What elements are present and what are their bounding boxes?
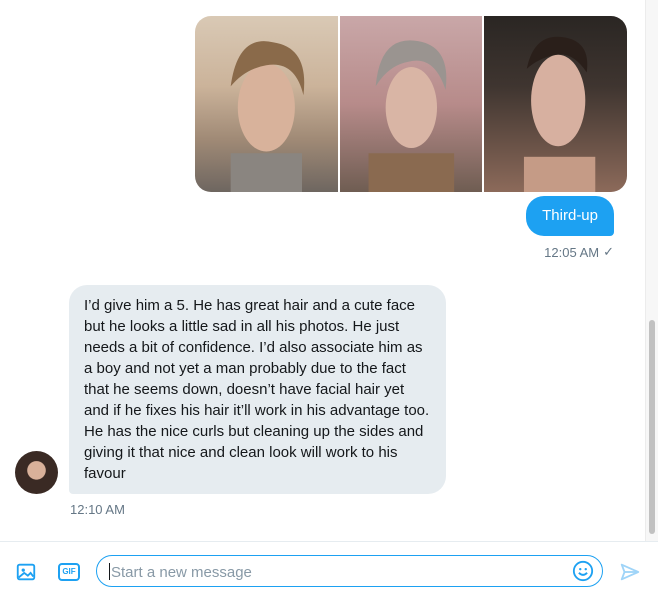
outgoing-message-meta: 12:05 AM ✓ — [544, 244, 614, 260]
portrait-illustration — [230, 41, 305, 192]
portrait-illustration — [524, 36, 596, 192]
incoming-message-time: 12:10 AM — [70, 502, 125, 517]
add-gif-button[interactable]: GIF — [57, 560, 81, 584]
photo-2[interactable] — [339, 16, 483, 192]
photo-grid — [195, 16, 627, 192]
add-media-button[interactable] — [14, 560, 38, 584]
message-composer: GIF — [0, 541, 658, 600]
scrollbar-thumb[interactable] — [649, 320, 655, 534]
image-icon — [16, 563, 36, 581]
send-button[interactable] — [618, 560, 642, 584]
message-input[interactable] — [109, 556, 563, 588]
emoji-icon[interactable] — [572, 560, 594, 582]
conversation-pane: Third-up 12:05 AM ✓ I’d give him a 5. He… — [0, 0, 646, 541]
avatar[interactable] — [15, 451, 58, 494]
message-input-wrapper[interactable] — [96, 555, 603, 588]
gif-icon: GIF — [58, 563, 80, 581]
send-icon — [620, 563, 640, 581]
outgoing-message-time: 12:05 AM — [544, 244, 600, 260]
portrait-illustration — [368, 40, 454, 192]
photo-3[interactable] — [484, 16, 627, 192]
check-icon: ✓ — [603, 244, 614, 259]
photo-1[interactable] — [195, 16, 338, 192]
outgoing-message-bubble[interactable]: Third-up — [526, 196, 614, 236]
scrollbar[interactable] — [645, 0, 658, 541]
text-caret — [109, 563, 110, 580]
incoming-message-bubble[interactable]: I’d give him a 5. He has great hair and … — [69, 285, 446, 494]
